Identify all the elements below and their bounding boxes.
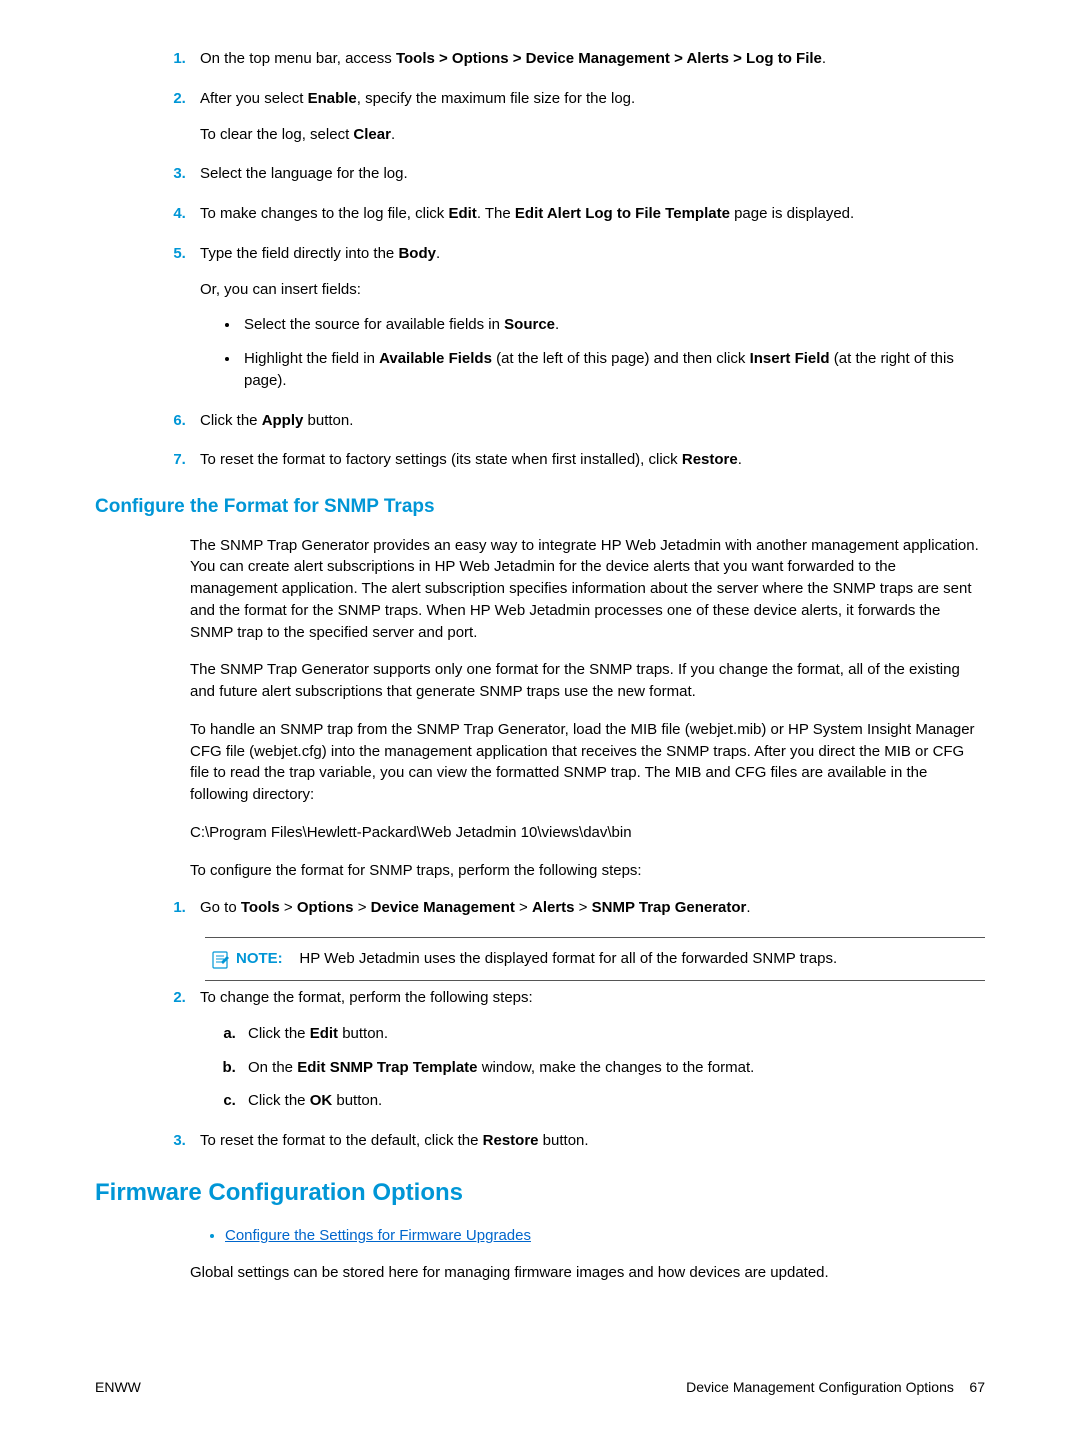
footer-right: Device Management Configuration Options … <box>686 1377 985 1397</box>
step-5: Type the field directly into the Body. O… <box>190 243 985 392</box>
note-icon <box>211 949 236 969</box>
heading-snmp: Configure the Format for SNMP Traps <box>95 493 985 521</box>
snmp-substeps: Click the Edit button. On the Edit SNMP … <box>200 1023 985 1112</box>
note-box: NOTE: HP Web Jetadmin uses the displayed… <box>205 937 985 981</box>
snmp-step-2c: Click the OK button. <box>240 1090 985 1112</box>
heading-firmware: Firmware Configuration Options <box>95 1176 985 1211</box>
snmp-path: C:\Program Files\Hewlett-Packard\Web Jet… <box>190 822 985 844</box>
footer-left: ENWW <box>95 1377 141 1397</box>
firmware-link-list: Configure the Settings for Firmware Upgr… <box>95 1225 985 1247</box>
snmp-steps-list: Go to Tools > Options > Device Managemen… <box>95 897 985 919</box>
snmp-steps-list-2: To change the format, perform the follow… <box>95 987 985 1152</box>
note-text: HP Web Jetadmin uses the displayed forma… <box>299 950 837 967</box>
snmp-paragraph-4: To configure the format for SNMP traps, … <box>190 860 985 882</box>
snmp-step-2: To change the format, perform the follow… <box>190 987 985 1112</box>
step-5-bullets: Select the source for available fields i… <box>200 314 985 391</box>
step-5-sub: Or, you can insert fields: <box>200 279 985 301</box>
firmware-link-item: Configure the Settings for Firmware Upgr… <box>225 1225 985 1247</box>
bullet-source: Select the source for available fields i… <box>240 314 985 336</box>
firmware-paragraph: Global settings can be stored here for m… <box>190 1262 985 1284</box>
step-1: On the top menu bar, access Tools > Opti… <box>190 48 985 70</box>
snmp-paragraph-2: The SNMP Trap Generator supports only on… <box>190 659 985 703</box>
top-steps-list: On the top menu bar, access Tools > Opti… <box>95 48 985 471</box>
snmp-paragraph-3: To handle an SNMP trap from the SNMP Tra… <box>190 719 985 806</box>
page-footer: ENWW Device Management Configuration Opt… <box>95 1377 985 1397</box>
snmp-step-3: To reset the format to the default, clic… <box>190 1130 985 1152</box>
step-7: To reset the format to factory settings … <box>190 449 985 471</box>
snmp-step-2a: Click the Edit button. <box>240 1023 985 1045</box>
note-label: NOTE: <box>236 950 283 967</box>
snmp-step-2b: On the Edit SNMP Trap Template window, m… <box>240 1057 985 1079</box>
firmware-upgrades-link[interactable]: Configure the Settings for Firmware Upgr… <box>225 1227 531 1244</box>
step-6: Click the Apply button. <box>190 410 985 432</box>
step-4: To make changes to the log file, click E… <box>190 203 985 225</box>
step-2-sub: To clear the log, select Clear. <box>200 124 985 146</box>
step-2: After you select Enable, specify the max… <box>190 88 985 146</box>
step-3: Select the language for the log. <box>190 163 985 185</box>
snmp-step-1: Go to Tools > Options > Device Managemen… <box>190 897 985 919</box>
snmp-paragraph-1: The SNMP Trap Generator provides an easy… <box>190 535 985 644</box>
bullet-insert-field: Highlight the field in Available Fields … <box>240 348 985 392</box>
